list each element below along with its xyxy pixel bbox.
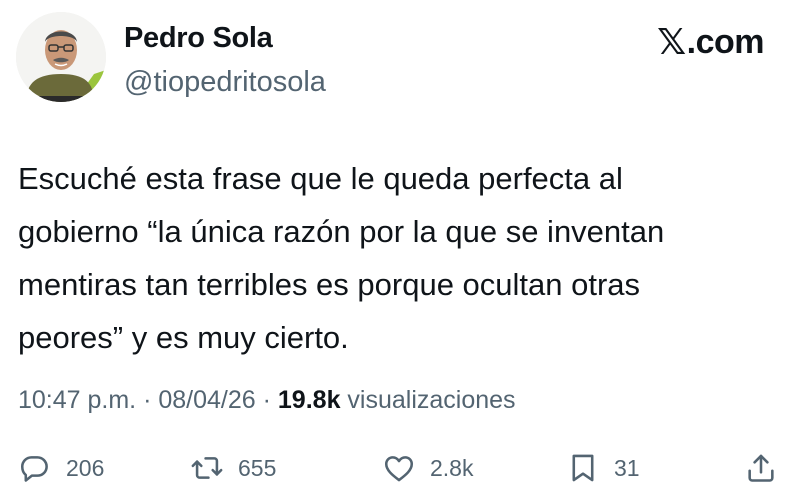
heart-icon <box>384 456 414 482</box>
bookmark-count: 31 <box>614 454 640 481</box>
brand-label: .com <box>686 23 765 61</box>
tweet-time[interactable]: 10:47 p.m. <box>18 386 136 414</box>
bookmark-button[interactable]: 31 <box>566 448 640 488</box>
avatar[interactable] <box>16 12 106 102</box>
reply-count: 206 <box>66 454 105 481</box>
meta-separator: · <box>255 386 278 414</box>
tweet-date[interactable]: 08/04/26 <box>158 386 255 414</box>
repost-icon <box>191 457 223 479</box>
like-count: 2.8k <box>430 454 474 481</box>
repost-button[interactable]: 655 <box>190 448 276 488</box>
tweet-text: Escuché esta frase que le queda perfecta… <box>18 161 665 355</box>
reply-button[interactable]: 206 <box>18 448 104 488</box>
action-bar: 206 655 2.8k 31 <box>18 448 780 488</box>
like-button[interactable]: 2.8k <box>382 448 473 488</box>
bookmark-icon <box>572 454 594 482</box>
tweet-header: Pedro Sola @tiopedritosola 𝕏 .com <box>16 10 784 110</box>
brand-watermark: 𝕏 .com <box>657 22 764 63</box>
share-icon <box>748 454 774 482</box>
views-count: 19.8k <box>277 386 341 414</box>
avatar-image <box>16 12 106 102</box>
meta-separator: · <box>136 386 159 414</box>
author-handle[interactable]: @tiopedritosola <box>124 66 326 99</box>
reply-icon <box>20 456 48 482</box>
tweet-meta: 10:47 p.m. · 08/04/26 · 19.8k visualizac… <box>18 386 516 415</box>
x-logo-icon: 𝕏 <box>657 22 686 63</box>
views-label: visualizaciones <box>340 386 516 414</box>
share-button[interactable] <box>744 448 778 488</box>
author-display-name[interactable]: Pedro Sola <box>124 22 273 55</box>
repost-count: 655 <box>238 454 277 481</box>
